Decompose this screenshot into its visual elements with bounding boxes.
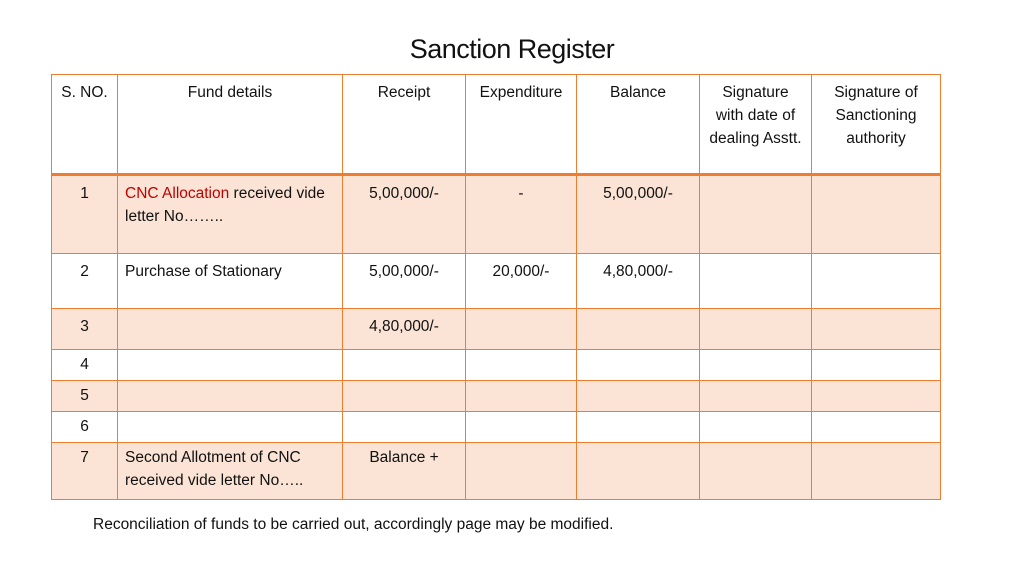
cell-expenditure: 20,000/-	[465, 253, 577, 309]
col-header-balance: Balance	[576, 74, 700, 176]
cell-expenditure	[465, 308, 577, 350]
col-header-fund-details: Fund details	[117, 74, 343, 176]
cell-receipt: 4,80,000/-	[342, 308, 466, 350]
cell-signature-dealing	[699, 174, 812, 254]
table-row: 6	[51, 411, 941, 443]
page-title: Sanction Register	[409, 34, 615, 64]
table-row: 7 Second Allotment of CNC received vide …	[51, 442, 941, 500]
cell-fund-details: CNC Allocation received vide letter No………	[117, 174, 343, 254]
cell-expenditure: -	[465, 174, 577, 254]
cell-expenditure	[465, 380, 577, 412]
cell-signature-authority	[811, 253, 941, 309]
cell-fund-details	[117, 411, 343, 443]
cell-signature-authority	[811, 380, 941, 412]
cell-balance	[576, 380, 700, 412]
cell-fund-details: Second Allotment of CNC received vide le…	[117, 442, 343, 500]
sanction-register-table: S. NO. Fund details Receipt Expenditure …	[51, 74, 941, 500]
cell-signature-dealing	[699, 253, 812, 309]
cell-balance: 5,00,000/-	[576, 174, 700, 254]
cell-balance	[576, 308, 700, 350]
cell-expenditure	[465, 411, 577, 443]
cell-signature-dealing	[699, 380, 812, 412]
header-row: S. NO. Fund details Receipt Expenditure …	[51, 74, 941, 176]
cell-sno: 2	[51, 253, 118, 309]
cell-signature-authority	[811, 442, 941, 500]
cell-receipt: 5,00,000/-	[342, 174, 466, 254]
col-header-sno: S. NO.	[51, 74, 118, 176]
cell-fund-details: Purchase of Stationary	[117, 253, 343, 309]
table-row: 5	[51, 380, 941, 412]
fund-highlight: CNC Allocation	[125, 185, 230, 202]
cell-signature-authority	[811, 411, 941, 443]
cell-sno: 4	[51, 349, 118, 381]
cell-sno: 3	[51, 308, 118, 350]
col-header-expenditure: Expenditure	[465, 74, 577, 176]
cell-receipt	[342, 411, 466, 443]
cell-balance	[576, 442, 700, 500]
footnote: Reconciliation of funds to be carried ou…	[93, 516, 614, 533]
cell-receipt: Balance +	[342, 442, 466, 500]
cell-signature-dealing	[699, 349, 812, 381]
cell-receipt	[342, 349, 466, 381]
cell-sno: 7	[51, 442, 118, 500]
cell-signature-authority	[811, 349, 941, 381]
cell-fund-details	[117, 349, 343, 381]
col-header-signature-authority: Signature of Sanctioning authority	[811, 74, 941, 176]
cell-balance	[576, 411, 700, 443]
col-header-receipt: Receipt	[342, 74, 466, 176]
table-row: 1 CNC Allocation received vide letter No…	[51, 174, 941, 254]
col-header-signature-dealing: Signature with date of dealing Asstt.	[699, 74, 812, 176]
cell-fund-details	[117, 308, 343, 350]
cell-expenditure	[465, 349, 577, 381]
cell-sno: 6	[51, 411, 118, 443]
cell-fund-details	[117, 380, 343, 412]
cell-sno: 1	[51, 174, 118, 254]
cell-signature-authority	[811, 174, 941, 254]
cell-signature-dealing	[699, 411, 812, 443]
cell-signature-authority	[811, 308, 941, 350]
cell-balance	[576, 349, 700, 381]
table-row: 2 Purchase of Stationary 5,00,000/- 20,0…	[51, 253, 941, 309]
cell-receipt	[342, 380, 466, 412]
cell-expenditure	[465, 442, 577, 500]
cell-receipt: 5,00,000/-	[342, 253, 466, 309]
table-row: 3 4,80,000/-	[51, 308, 941, 350]
cell-signature-dealing	[699, 442, 812, 500]
cell-sno: 5	[51, 380, 118, 412]
cell-balance: 4,80,000/-	[576, 253, 700, 309]
cell-signature-dealing	[699, 308, 812, 350]
table-row: 4	[51, 349, 941, 381]
